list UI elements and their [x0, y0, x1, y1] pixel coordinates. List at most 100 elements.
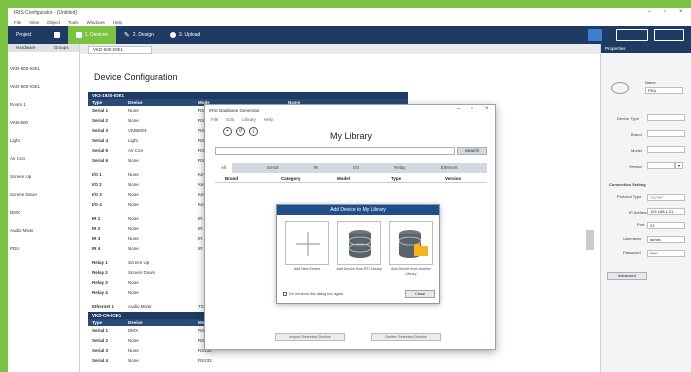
tree-item[interactable]: Room 1 — [10, 102, 79, 108]
row-device: Light — [128, 138, 138, 143]
tab-groups[interactable]: Groups — [44, 44, 80, 52]
username-field[interactable]: admin — [647, 236, 685, 243]
lib-col-model[interactable]: Model — [337, 175, 350, 183]
filter-tab-relay[interactable]: Relay — [389, 163, 406, 173]
minimize-icon[interactable]: – — [457, 106, 460, 112]
add-from-rti-label: Add Device from RTI Library — [336, 267, 382, 271]
tree-item[interactable]: PDU — [10, 246, 79, 252]
close-icon[interactable]: × — [485, 106, 489, 112]
protocol-field[interactable]: TCP/IP — [647, 194, 685, 201]
sidebar: Hardware Groups VKD-600-IOE1 VKD-600-IOE… — [8, 44, 80, 372]
plus-icon — [296, 232, 320, 256]
add-dialog-title: Add Device to My Library — [277, 205, 439, 215]
name-field[interactable]: PDU — [645, 87, 683, 94]
layout-button[interactable] — [616, 29, 648, 41]
ip-field[interactable]: 192.168.1.21 — [647, 208, 685, 215]
row-device: Screen Up — [128, 260, 150, 265]
version-select[interactable] — [647, 162, 675, 169]
password-field[interactable]: ***** — [647, 250, 685, 257]
version-label: Version — [629, 164, 643, 169]
port-field[interactable]: 23 — [647, 222, 685, 229]
tree-item[interactable]: Screen Down — [10, 192, 79, 198]
model-field[interactable] — [647, 146, 685, 153]
brand-field[interactable] — [647, 130, 685, 137]
device-type-field[interactable] — [647, 114, 685, 121]
filter-tab-ir[interactable]: IR — [309, 163, 319, 173]
library-window-title: IRIS Database Generator — [209, 107, 260, 113]
menu-help[interactable]: Help — [113, 20, 122, 25]
lib-col-version[interactable]: Version — [445, 175, 461, 183]
col-device: Device — [128, 100, 143, 105]
checkbox-icon[interactable] — [283, 292, 287, 296]
tree-item[interactable]: Audio Mixer — [10, 228, 79, 234]
row-type: Serial 1 — [92, 328, 109, 333]
tree-item[interactable]: Light — [10, 138, 79, 144]
screen-button[interactable] — [654, 29, 684, 41]
lib-menu-edit[interactable]: Edit — [226, 117, 234, 122]
tree-item[interactable]: Screen Up — [10, 174, 79, 180]
close-button[interactable]: Close — [405, 290, 435, 298]
library-search-input[interactable] — [215, 147, 455, 155]
filter-tab-ethernet[interactable]: Ethernet — [436, 163, 458, 173]
table-row[interactable]: Serial 4 None RS232 — [88, 357, 408, 365]
filter-tab-all[interactable]: All — [215, 163, 233, 173]
minimize-icon[interactable]: – — [648, 9, 651, 15]
tree-item[interactable]: VKD-600-IOE1 — [10, 84, 79, 90]
brand-label: Brand — [631, 132, 642, 137]
menu-view[interactable]: View — [29, 20, 39, 25]
search-button[interactable]: Search — [457, 147, 487, 155]
lib-col-category[interactable]: Category — [281, 175, 301, 183]
menu-object[interactable]: Object — [47, 20, 60, 25]
row-device: Air Con — [128, 148, 144, 153]
maximize-icon[interactable]: ▫ — [664, 9, 666, 15]
filter-tab-serial[interactable]: Serial — [262, 163, 279, 173]
row-device: None — [128, 108, 139, 113]
toolbar-save[interactable] — [46, 26, 68, 44]
lib-menu-library[interactable]: Library — [242, 117, 256, 122]
filter-tab-io[interactable]: I/O — [348, 163, 359, 173]
toolbar-project-label: Project — [16, 32, 32, 38]
tree-item[interactable]: VKB-600 — [10, 120, 79, 126]
lib-menu-file[interactable]: File — [211, 117, 218, 122]
tree-item[interactable]: VKD-600-IOE1 — [10, 66, 79, 72]
lib-col-brand[interactable]: Brand — [225, 175, 238, 183]
row-type: Serial 3 — [92, 128, 109, 133]
toolbar-design[interactable]: ✎ 2. Design — [116, 26, 162, 44]
toolbar-project[interactable]: Project — [8, 26, 40, 44]
chevron-down-icon[interactable]: ▾ — [675, 162, 683, 169]
menu-tools[interactable]: Tools — [68, 20, 79, 25]
tab-hardware[interactable]: Hardware — [8, 44, 44, 52]
close-icon[interactable]: × — [679, 9, 683, 15]
tree-item[interactable]: DMX — [10, 210, 79, 216]
add-from-another-option[interactable] — [389, 221, 433, 265]
row-device: DMX — [128, 328, 138, 333]
menu-file[interactable]: File — [14, 20, 21, 25]
maximize-icon[interactable]: ▫ — [471, 106, 473, 112]
menu-windows[interactable]: Windows — [86, 20, 104, 25]
home-button[interactable] — [588, 29, 602, 41]
tree-item[interactable]: Air Con — [10, 156, 79, 162]
row-device: None — [128, 172, 139, 177]
dont-show-checkbox[interactable]: Do not show this dialog box again. — [283, 292, 344, 296]
library-titlebar: IRIS Database Generator – ▫ × — [205, 105, 495, 115]
add-from-rti-option[interactable] — [337, 221, 381, 265]
toolbar-devices[interactable]: 1. Devices — [67, 26, 116, 44]
import-selected-button[interactable]: Import Selected Device — [275, 333, 345, 341]
row-type: Serial 4 — [92, 358, 109, 363]
lib-col-type[interactable]: Type — [391, 175, 401, 183]
row-device: VKB6001 — [128, 128, 148, 133]
toolbar-upload[interactable]: 3. Upload — [162, 26, 208, 44]
document-tab[interactable]: VKD-600-IOE1 — [88, 46, 152, 54]
add-from-another-label: Add Device from another Library — [391, 267, 431, 276]
row-device: None — [128, 118, 139, 123]
lib-menu-help[interactable]: Help — [264, 117, 273, 122]
row-device: None — [128, 182, 139, 187]
advanced-button[interactable]: Advanced — [607, 272, 647, 280]
scroll-handle[interactable] — [586, 230, 594, 250]
devices-icon — [75, 32, 82, 38]
delete-selected-button[interactable]: Delete Selected Device — [371, 333, 441, 341]
row-type: IR 3 — [92, 236, 101, 241]
add-new-device-option[interactable] — [285, 221, 329, 265]
properties-title: Properties — [601, 44, 691, 53]
row-type: I/O 1 — [92, 172, 102, 177]
